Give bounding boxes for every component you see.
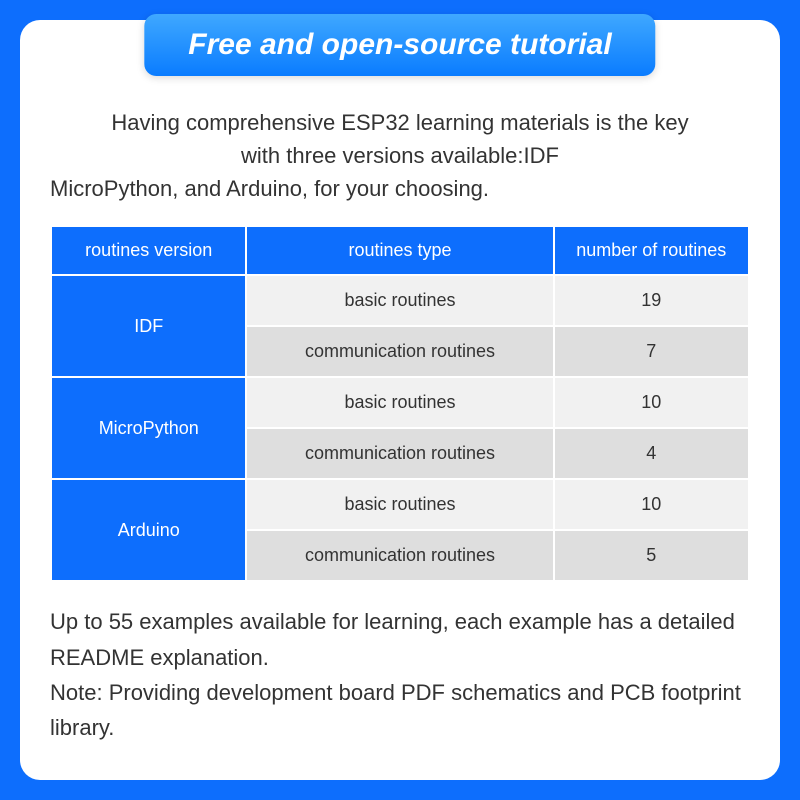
version-cell: IDF [51, 275, 246, 377]
header-type: routines type [246, 226, 553, 275]
table-row: IDF basic routines 19 [51, 275, 749, 326]
type-cell: communication routines [246, 530, 553, 581]
number-cell: 19 [554, 275, 749, 326]
routines-table: routines version routines type number of… [50, 225, 750, 582]
table-header-row: routines version routines type number of… [51, 226, 749, 275]
footer-line-1: Up to 55 examples available for learning… [50, 604, 750, 674]
type-cell: communication routines [246, 326, 553, 377]
table-row: Arduino basic routines 10 [51, 479, 749, 530]
type-cell: basic routines [246, 377, 553, 428]
number-cell: 10 [554, 377, 749, 428]
content-card: Free and open-source tutorial Having com… [20, 20, 780, 780]
version-cell: MicroPython [51, 377, 246, 479]
intro-line-1: Having comprehensive ESP32 learning mate… [50, 106, 750, 139]
version-cell: Arduino [51, 479, 246, 581]
footer-text: Up to 55 examples available for learning… [50, 604, 750, 745]
number-cell: 7 [554, 326, 749, 377]
type-cell: communication routines [246, 428, 553, 479]
number-cell: 4 [554, 428, 749, 479]
type-cell: basic routines [246, 479, 553, 530]
number-cell: 10 [554, 479, 749, 530]
number-cell: 5 [554, 530, 749, 581]
header-number: number of routines [554, 226, 749, 275]
type-cell: basic routines [246, 275, 553, 326]
title-badge: Free and open-source tutorial [144, 14, 655, 76]
intro-line-2: with three versions available:IDF [50, 139, 750, 172]
footer-line-2: Note: Providing development board PDF sc… [50, 675, 750, 745]
intro-line-3: MicroPython, and Arduino, for your choos… [50, 172, 750, 205]
header-version: routines version [51, 226, 246, 275]
table-row: MicroPython basic routines 10 [51, 377, 749, 428]
